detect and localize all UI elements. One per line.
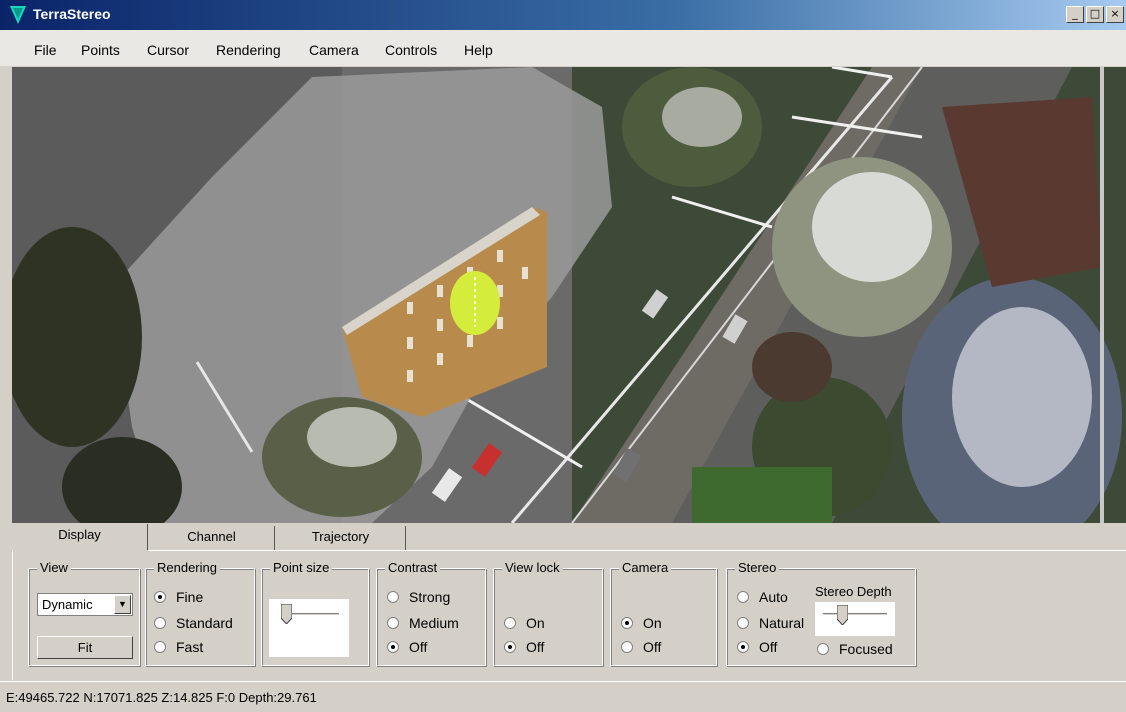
radio-label: Natural: [759, 615, 805, 631]
radio-dot: [737, 591, 749, 603]
point-cloud-viewport[interactable]: [12, 67, 1126, 523]
view-lock-on-radio[interactable]: On: [504, 615, 545, 631]
control-panel: Display Channel Trajectory View Dynamic …: [0, 523, 1126, 681]
view-mode-value: Dynamic: [42, 597, 93, 612]
rendering-fast-radio[interactable]: Fast: [154, 639, 203, 655]
menu-bar: File Points Cursor Rendering Camera Cont…: [0, 30, 1126, 66]
radio-dot: [817, 643, 829, 655]
close-button[interactable]: ×: [1106, 6, 1124, 23]
tab-display[interactable]: Display: [12, 524, 148, 550]
radio-label: Off: [526, 639, 545, 655]
tree: [952, 307, 1092, 487]
radio-label: On: [643, 615, 662, 631]
view-group-label: View: [37, 560, 71, 575]
status-bar: E:49465.722 N:17071.825 Z:14.825 F:0 Dep…: [0, 681, 1126, 712]
radio-dot: [387, 641, 399, 653]
tab-page-border: [12, 550, 13, 680]
rendering-standard-radio[interactable]: Standard: [154, 615, 233, 631]
rendering-group-label: Rendering: [154, 560, 220, 575]
window-title: TerraStereo: [33, 6, 111, 22]
minimize-button[interactable]: _: [1066, 6, 1084, 23]
camera-on-radio[interactable]: On: [621, 615, 662, 631]
tree: [307, 407, 397, 467]
contrast-medium-radio[interactable]: Medium: [387, 615, 459, 631]
radio-label: Off: [409, 639, 428, 655]
app-logo-icon: [10, 6, 26, 24]
radio-dot: [504, 617, 516, 629]
point-cloud-scene: [12, 67, 1126, 523]
view-lock-off-radio[interactable]: Off: [504, 639, 544, 655]
radio-label: Off: [759, 639, 778, 655]
radio-label: Off: [643, 639, 662, 655]
radio-dot: [387, 591, 399, 603]
menu-points[interactable]: Points: [81, 42, 120, 58]
contrast-group-label: Contrast: [385, 560, 441, 575]
view-mode-select[interactable]: Dynamic ▼: [37, 593, 133, 616]
fit-button[interactable]: Fit: [37, 636, 133, 659]
radio-label: On: [526, 615, 545, 631]
stereo-depth-slider[interactable]: [815, 602, 895, 636]
menu-file[interactable]: File: [34, 42, 57, 58]
chevron-down-icon[interactable]: ▼: [114, 595, 131, 614]
maximize-button[interactable]: □: [1086, 6, 1104, 23]
point-size-group: Point size: [261, 560, 369, 666]
radio-dot: [621, 641, 633, 653]
view-lock-group: View lock On Off: [493, 560, 603, 666]
slider-track: [823, 613, 887, 616]
radio-dot: [737, 617, 749, 629]
radio-dot: [154, 591, 166, 603]
menu-help[interactable]: Help: [464, 42, 493, 58]
stereo-natural-radio[interactable]: Natural: [737, 615, 804, 631]
camera-group: Camera On Off: [610, 560, 717, 666]
contrast-off-radio[interactable]: Off: [387, 639, 427, 655]
radio-dot: [154, 617, 166, 629]
title-bar: TerraStereo _ □ ×: [0, 0, 1126, 30]
radio-dot: [737, 641, 749, 653]
radio-label: Medium: [409, 615, 459, 631]
stereo-depth-label: Stereo Depth: [815, 584, 892, 599]
stereo-group-label: Stereo: [735, 560, 780, 575]
radio-label: Standard: [176, 615, 233, 631]
contrast-strong-radio[interactable]: Strong: [387, 589, 450, 605]
camera-off-radio[interactable]: Off: [621, 639, 661, 655]
radio-label: Fine: [176, 589, 204, 605]
radio-label: Auto: [759, 589, 788, 605]
tab-channel[interactable]: Channel: [149, 526, 275, 550]
menu-rendering[interactable]: Rendering: [216, 42, 281, 58]
menu-camera[interactable]: Camera: [309, 42, 359, 58]
slider-thumb[interactable]: [281, 604, 292, 624]
tab-trajectory[interactable]: Trajectory: [276, 526, 406, 550]
stereo-group: Stereo Auto Natural Off Stereo Depth Foc…: [726, 560, 916, 666]
rendering-fine-radio[interactable]: Fine: [154, 589, 203, 605]
camera-group-label: Camera: [619, 560, 672, 575]
house-roof: [752, 332, 832, 402]
radio-label: Fast: [176, 639, 204, 655]
viewport-divider: [1100, 67, 1104, 523]
contrast-group: Contrast Strong Medium Off: [376, 560, 486, 666]
tree: [812, 172, 932, 282]
stereo-off-radio[interactable]: Off: [737, 639, 777, 655]
view-group: View Dynamic ▼ Fit: [28, 560, 140, 666]
grass: [692, 467, 832, 523]
radio-label: Focused: [839, 641, 893, 657]
rendering-group: Rendering Fine Standard Fast: [145, 560, 255, 666]
tree: [662, 87, 742, 147]
radio-dot: [387, 617, 399, 629]
radio-label: Strong: [409, 589, 451, 605]
tab-strip-line: [148, 550, 1126, 551]
view-lock-group-label: View lock: [502, 560, 563, 575]
point-size-group-label: Point size: [270, 560, 333, 575]
radio-dot: [621, 617, 633, 629]
stereo-auto-radio[interactable]: Auto: [737, 589, 788, 605]
slider-thumb[interactable]: [837, 605, 848, 625]
radio-dot: [154, 641, 166, 653]
point-size-slider[interactable]: [269, 599, 349, 657]
status-coordinates: E:49465.722 N:17071.825 Z:14.825 F:0 Dep…: [6, 690, 317, 705]
menu-controls[interactable]: Controls: [385, 42, 437, 58]
menu-cursor[interactable]: Cursor: [147, 42, 189, 58]
radio-dot: [504, 641, 516, 653]
stereo-focused-radio[interactable]: Focused: [817, 641, 893, 657]
